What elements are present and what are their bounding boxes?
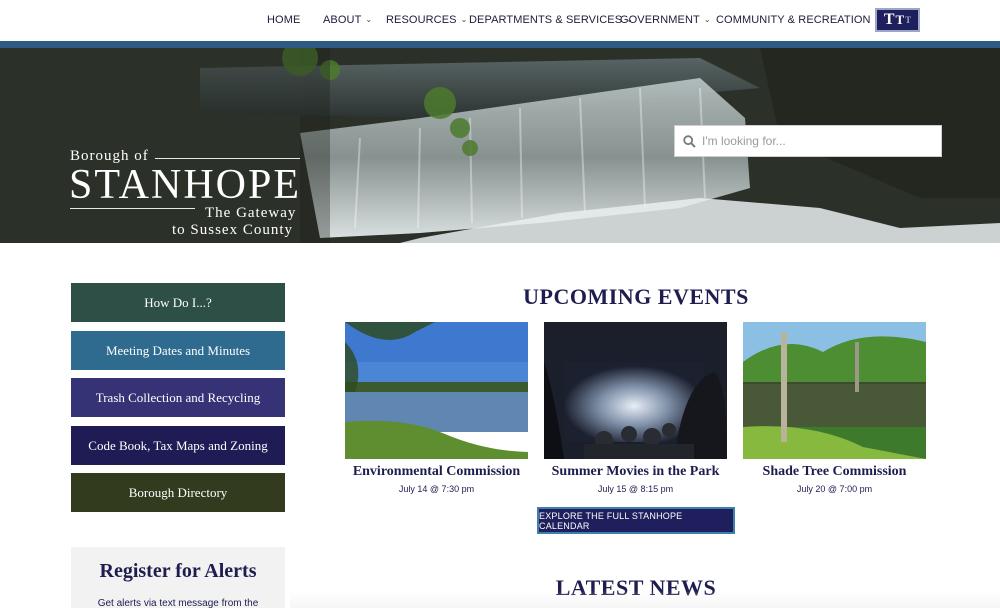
nav-about-label: ABOUT bbox=[323, 14, 362, 26]
hero-divider bbox=[70, 208, 195, 209]
logo-letter: T bbox=[905, 15, 912, 25]
search-input[interactable] bbox=[702, 134, 922, 148]
latest-news-heading: LATEST NEWS bbox=[555, 575, 717, 600]
chevron-down-icon: ⌄ bbox=[365, 15, 373, 24]
nav-government[interactable]: GOVERNMENT ⌄ bbox=[620, 14, 711, 26]
quick-link-label: Meeting Dates and Minutes bbox=[105, 342, 251, 358]
quick-link-borough-directory[interactable]: Borough Directory bbox=[71, 473, 285, 512]
nav-government-label: GOVERNMENT bbox=[620, 14, 700, 26]
hero-divider bbox=[155, 158, 300, 159]
nav-about[interactable]: ABOUT ⌄ bbox=[323, 14, 372, 26]
nav-home[interactable]: HOME bbox=[267, 14, 300, 26]
logo-letter: T bbox=[883, 11, 895, 28]
event-card[interactable]: Shade Tree Commission July 20 @ 7:00 pm bbox=[743, 322, 926, 494]
event-image-movie[interactable] bbox=[544, 322, 727, 459]
chevron-down-icon: ⌄ bbox=[703, 15, 711, 24]
site-logo-icon[interactable]: T T T bbox=[875, 8, 920, 32]
quick-link-label: Borough Directory bbox=[128, 484, 228, 500]
search-icon bbox=[683, 134, 696, 148]
quick-link-label: Trash Collection and Recycling bbox=[95, 389, 261, 405]
chevron-down-icon: ⌄ bbox=[460, 15, 468, 24]
logo-letter: T bbox=[895, 12, 905, 27]
event-title[interactable]: Environmental Commission bbox=[335, 464, 538, 480]
event-date: July 15 @ 8:15 pm bbox=[597, 484, 674, 494]
nav-resources[interactable]: RESOURCES ⌄ bbox=[386, 14, 467, 26]
upcoming-events-heading: UPCOMING EVENTS bbox=[523, 284, 749, 309]
hero-town-name: STANHOPE bbox=[69, 162, 301, 208]
top-navigation: HOME ABOUT ⌄ RESOURCES ⌄ DEPARTMENTS & SER… bbox=[0, 0, 1000, 41]
alerts-title: Register for Alerts bbox=[99, 560, 257, 582]
quick-link-label: Code Book, Tax Maps and Zoning bbox=[88, 437, 268, 453]
nav-community-recreation[interactable]: COMMUNITY & RECREATION⌄ bbox=[716, 14, 881, 26]
event-card[interactable]: Summer Movies in the Park July 15 @ 8:15… bbox=[544, 322, 727, 494]
alerts-description: Get alerts via text message from the bbox=[97, 598, 259, 608]
quick-link-label: How Do I...? bbox=[144, 294, 212, 310]
nav-accent-stripe bbox=[0, 41, 1000, 48]
event-image-lake[interactable] bbox=[345, 322, 528, 459]
explore-calendar-button[interactable]: EXPLORE THE FULL STANHOPE CALENDAR bbox=[537, 507, 735, 534]
event-title[interactable]: Summer Movies in the Park bbox=[534, 464, 737, 480]
hero-tagline-2: to Sussex County bbox=[172, 222, 294, 238]
quick-link-how-do-i[interactable]: How Do I...? bbox=[71, 283, 285, 322]
nav-home-label: HOME bbox=[267, 14, 301, 26]
event-card[interactable]: Environmental Commission July 14 @ 7:30 … bbox=[345, 322, 528, 494]
nav-departments-label: DEPARTMENTS & SERVICES bbox=[469, 14, 623, 26]
quick-link-code-book[interactable]: Code Book, Tax Maps and Zoning bbox=[71, 426, 285, 465]
register-alerts-panel: Register for Alerts Get alerts via text … bbox=[71, 547, 285, 608]
site-search-box[interactable] bbox=[674, 125, 942, 157]
event-image-pond[interactable] bbox=[743, 322, 926, 459]
quick-link-trash-collection[interactable]: Trash Collection and Recycling bbox=[71, 378, 285, 417]
nav-resources-label: RESOURCES bbox=[386, 14, 457, 26]
event-date: July 14 @ 7:30 pm bbox=[398, 484, 475, 494]
quick-link-meeting-dates[interactable]: Meeting Dates and Minutes bbox=[71, 331, 285, 370]
event-date: July 20 @ 7:00 pm bbox=[796, 484, 873, 494]
nav-departments-services[interactable]: DEPARTMENTS & SERVICES ⌄ bbox=[469, 14, 633, 26]
event-title[interactable]: Shade Tree Commission bbox=[733, 464, 936, 480]
hero-tagline-1: The Gateway bbox=[205, 205, 297, 221]
nav-community-label: COMMUNITY & RECREATION bbox=[716, 14, 871, 26]
